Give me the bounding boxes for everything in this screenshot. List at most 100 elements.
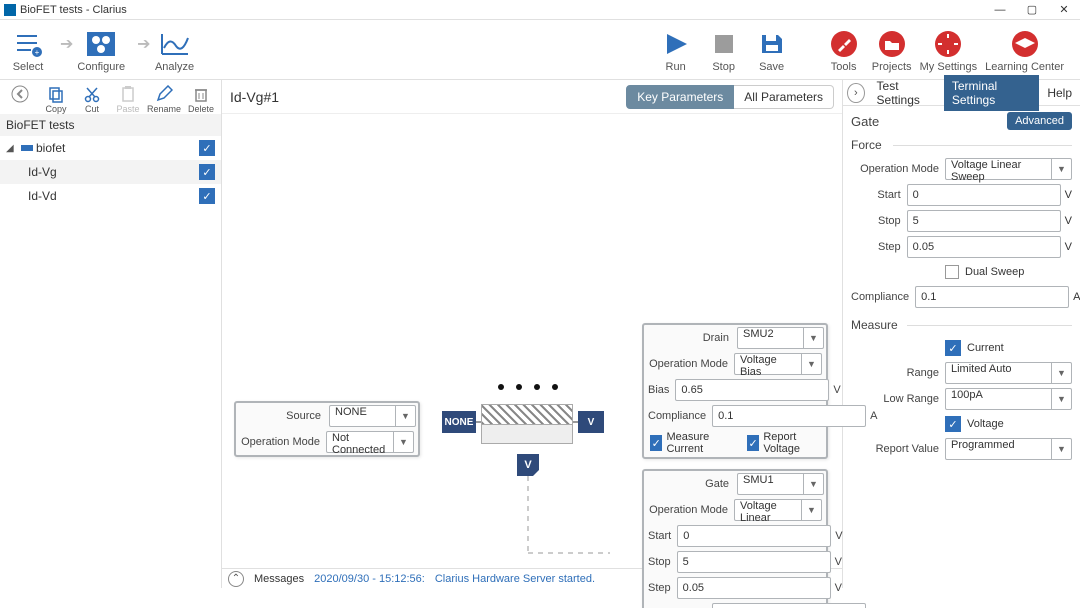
label: Cut — [85, 104, 99, 114]
right-body: Gate Advanced Force Operation ModeVoltag… — [843, 106, 1080, 588]
drain-opmode-select[interactable]: Voltage Bias▼ — [734, 353, 822, 375]
schematic-canvas[interactable]: Source NONE▼ Operation Mode Not Connecte… — [222, 114, 842, 568]
ribbon-save[interactable]: Save — [752, 27, 792, 73]
force-step-input[interactable] — [907, 236, 1061, 258]
gear-icon — [928, 27, 968, 61]
label: Analyze — [155, 61, 194, 73]
tab-all-parameters[interactable]: All Parameters — [734, 85, 834, 109]
drain-measure-current[interactable]: ✓Measure Current — [650, 431, 731, 455]
paste-button: Paste — [110, 84, 146, 114]
graduation-icon — [1005, 27, 1045, 61]
label: Learning Center — [985, 61, 1064, 73]
window-minimize[interactable]: — — [984, 0, 1016, 20]
checkbox-checked[interactable]: ✓ — [199, 188, 215, 204]
source-opmode-select[interactable]: Not Connected▼ — [326, 431, 414, 453]
tools-icon — [824, 27, 864, 61]
gate-step-input[interactable] — [677, 577, 831, 599]
stop-icon — [704, 27, 744, 61]
folder-icon — [872, 27, 912, 61]
checkbox-unchecked — [945, 265, 959, 279]
ribbon-configure[interactable]: Configure — [77, 27, 125, 73]
drain-report-voltage[interactable]: ✓Report Voltage — [747, 431, 820, 455]
measure-reportvalue-select[interactable]: Programmed▼ — [945, 438, 1072, 460]
ribbon-tools[interactable]: Tools — [824, 27, 864, 73]
delete-button[interactable]: Delete — [183, 84, 219, 114]
play-icon — [656, 27, 696, 61]
left-pane: Copy Cut Paste Rename Delete BioFET test… — [0, 80, 222, 588]
drain-smu-select[interactable]: SMU2▼ — [737, 327, 824, 349]
label: Save — [759, 61, 784, 73]
main-area: Copy Cut Paste Rename Delete BioFET test… — [0, 80, 1080, 588]
flow-arrow-icon: ➔ — [137, 34, 150, 54]
window-title: BioFET tests - Clarius — [20, 4, 127, 16]
terminal-box-gate[interactable]: Gate SMU1▼ Operation ModeVoltage Linear … — [642, 469, 828, 608]
gate-start-input[interactable] — [677, 525, 831, 547]
force-compliance-input[interactable] — [915, 286, 1069, 308]
panel-title: Gate — [851, 114, 1007, 129]
list-add-icon: + — [8, 27, 48, 61]
collapse-icon[interactable]: ◢ — [6, 143, 18, 154]
chevron-down-icon: ▼ — [803, 328, 823, 348]
label: Delete — [188, 104, 214, 114]
chevron-down-icon: ▼ — [393, 432, 413, 452]
tree-root-label: biofet — [36, 141, 199, 155]
tree-root[interactable]: ◢ biofet ✓ — [0, 136, 221, 160]
gate-stop-input[interactable] — [677, 551, 831, 573]
drain-compliance-input[interactable] — [712, 405, 866, 427]
label: My Settings — [920, 61, 977, 73]
label: Run — [666, 61, 686, 73]
group-force: Force — [851, 138, 1072, 152]
chevron-down-icon: ▼ — [395, 406, 415, 426]
gate-smu-select[interactable]: SMU1▼ — [737, 473, 824, 495]
source-smu-select[interactable]: NONE▼ — [329, 405, 416, 427]
ribbon-analyze[interactable]: Analyze — [155, 27, 195, 73]
ribbon: + Select ➔ Configure ➔ Analyze Run Stop … — [0, 20, 1080, 80]
right-tabs: › Test Settings Terminal Settings Help — [843, 80, 1080, 106]
tree-item-idvg[interactable]: Id-Vg ✓ — [0, 160, 221, 184]
cut-button[interactable]: Cut — [74, 84, 110, 114]
rename-button[interactable]: Rename — [146, 84, 182, 114]
checkbox-checked[interactable]: ✓ — [199, 164, 215, 180]
force-stop-input[interactable] — [907, 210, 1061, 232]
terminal-box-source[interactable]: Source NONE▼ Operation Mode Not Connecte… — [234, 401, 420, 457]
label: Operation Mode — [240, 436, 320, 448]
force-opmode-select[interactable]: Voltage Linear Sweep▼ — [945, 158, 1072, 180]
project-tree: ◢ biofet ✓ Id-Vg ✓ Id-Vd ✓ — [0, 136, 221, 208]
measure-current-check[interactable]: ✓Current — [851, 336, 1072, 360]
collapse-icon[interactable]: › — [847, 83, 865, 103]
ribbon-select[interactable]: + Select — [8, 27, 48, 73]
trash-icon — [192, 84, 210, 104]
label: Copy — [45, 104, 66, 114]
tab-key-parameters[interactable]: Key Parameters — [626, 85, 734, 109]
ribbon-learning-center[interactable]: Learning Center — [985, 27, 1064, 73]
window-close[interactable]: ✕ — [1048, 0, 1080, 20]
terminal-title: Gate — [644, 478, 735, 490]
center-pane: Id-Vg#1 Key Parameters All Parameters So… — [222, 80, 842, 588]
tab-help[interactable]: Help — [1039, 82, 1080, 104]
ribbon-projects[interactable]: Projects — [872, 27, 912, 73]
gate-compliance-input[interactable] — [712, 603, 866, 608]
ribbon-run[interactable]: Run — [656, 27, 696, 73]
copy-button[interactable]: Copy — [38, 84, 74, 114]
messages-label: Messages — [254, 573, 304, 585]
force-start-input[interactable] — [907, 184, 1061, 206]
tree-item-idvd[interactable]: Id-Vd ✓ — [0, 184, 221, 208]
drain-bias-input[interactable] — [675, 379, 829, 401]
measure-lowrange-select[interactable]: 100pA▼ — [945, 388, 1072, 410]
advanced-button[interactable]: Advanced — [1007, 112, 1072, 130]
label: Rename — [147, 104, 181, 114]
back-button[interactable] — [2, 84, 38, 104]
window-maximize[interactable]: ▢ — [1016, 0, 1048, 20]
chevron-down-icon: ▼ — [803, 474, 823, 494]
right-pane: › Test Settings Terminal Settings Help G… — [842, 80, 1080, 588]
ribbon-my-settings[interactable]: My Settings — [920, 27, 977, 73]
expand-icon[interactable]: ⌃ — [228, 571, 244, 587]
gate-opmode-select[interactable]: Voltage Linear Sweep▼ — [734, 499, 822, 521]
dual-sweep-check[interactable]: Dual Sweep — [851, 260, 1072, 284]
window-titlebar: BioFET tests - Clarius — ▢ ✕ — [0, 0, 1080, 20]
checkbox-checked[interactable]: ✓ — [199, 140, 215, 156]
measure-range-select[interactable]: Limited Auto▼ — [945, 362, 1072, 384]
ribbon-stop[interactable]: Stop — [704, 27, 744, 73]
measure-voltage-check[interactable]: ✓Voltage — [851, 412, 1072, 436]
terminal-box-drain[interactable]: Drain SMU2▼ Operation ModeVoltage Bias▼ … — [642, 323, 828, 459]
